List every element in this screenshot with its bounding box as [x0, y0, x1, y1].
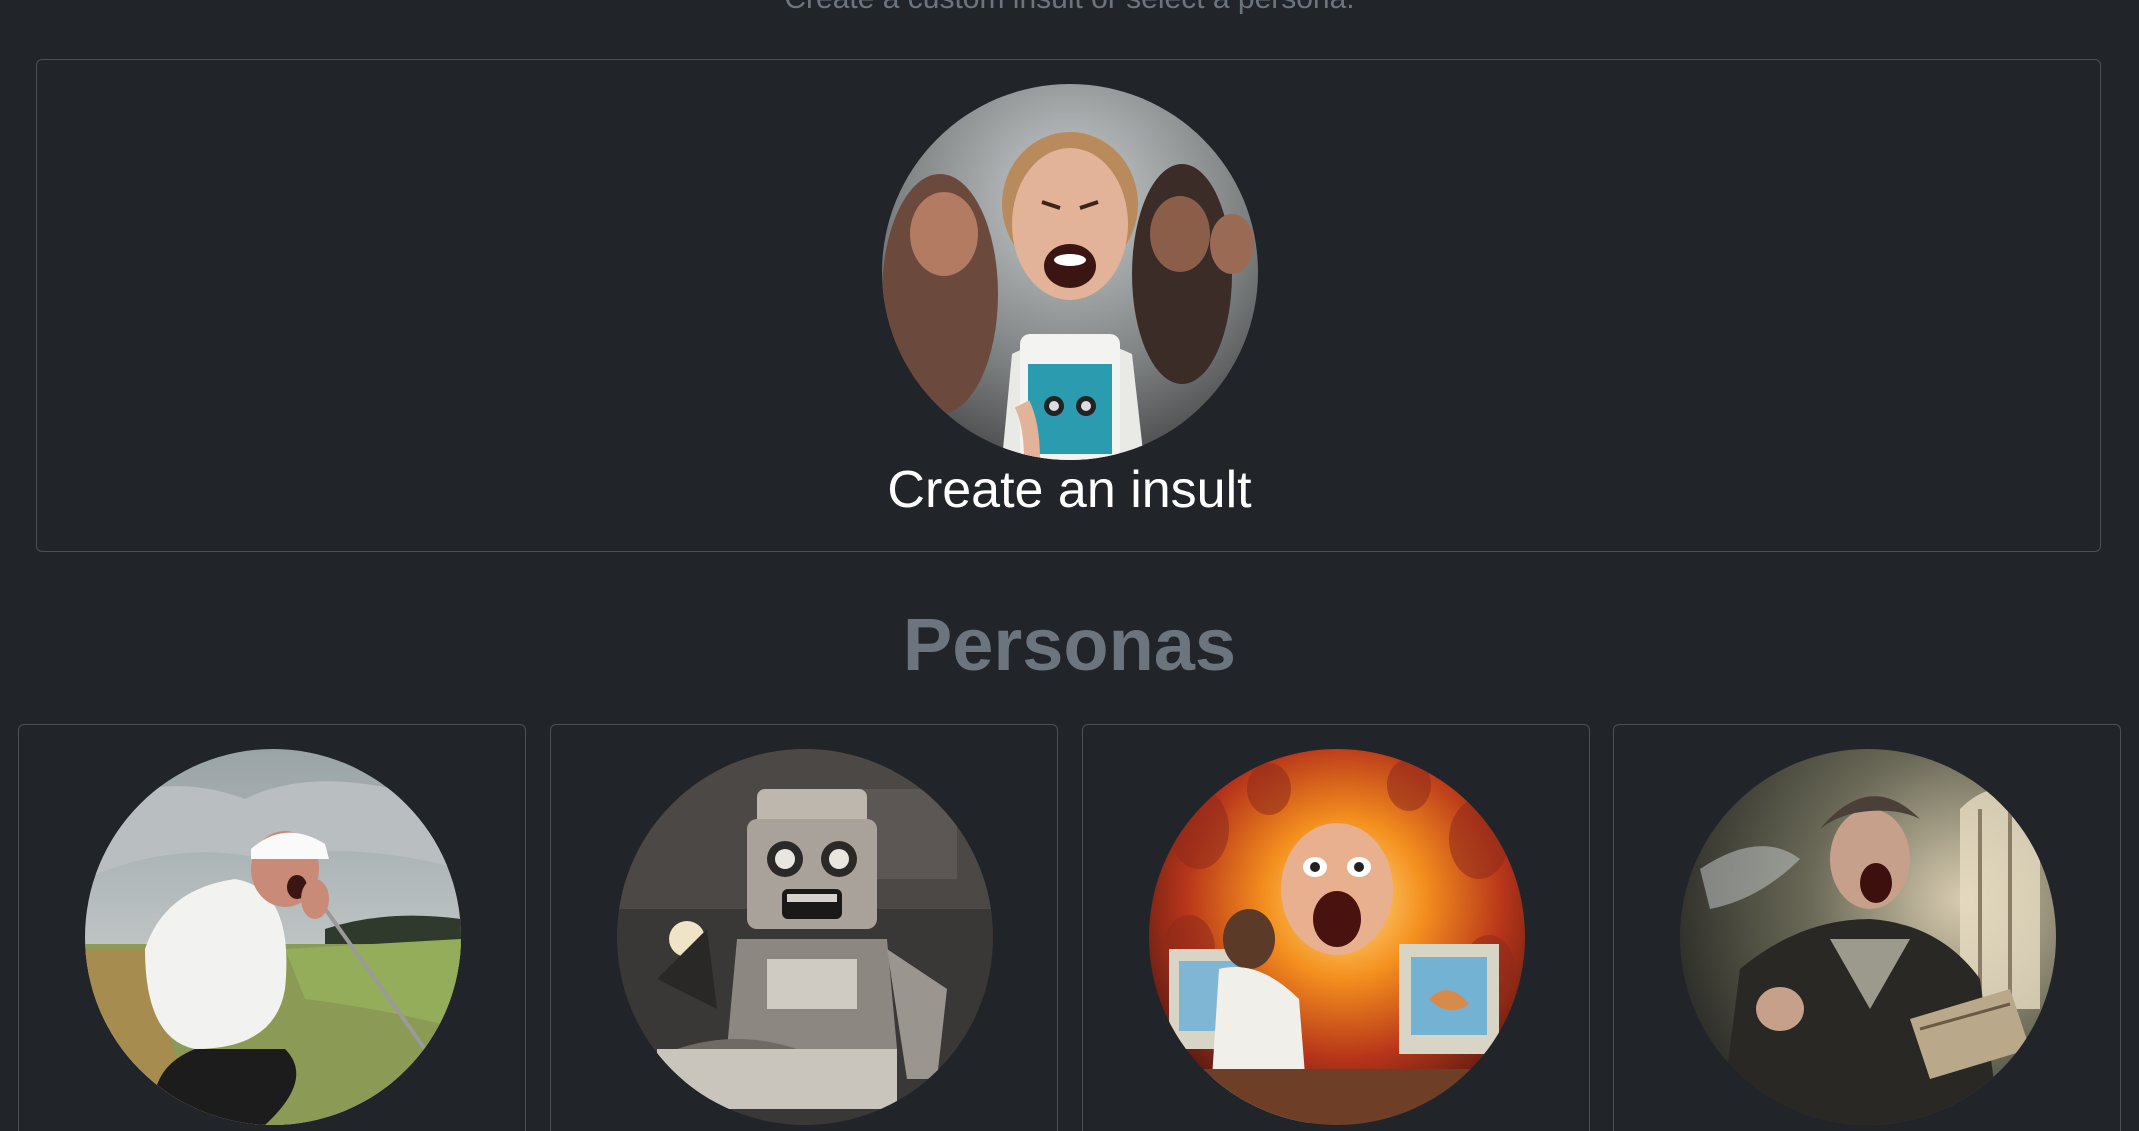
create-insult-label: Create an insult	[887, 461, 1252, 519]
screaming-face-in-monitor-illustration-icon	[1149, 749, 1525, 1125]
persona-card-golfer[interactable]	[18, 724, 526, 1131]
create-insult-card[interactable]: Create an insult	[36, 59, 2101, 552]
persona-card-monitor-face[interactable]	[1082, 724, 1590, 1131]
screaming-man-with-book-illustration-icon	[1680, 749, 2056, 1125]
page-subtitle: Create a custom insult or select a perso…	[0, 0, 2139, 14]
personas-heading: Personas	[902, 603, 1237, 686]
persona-card-book-man[interactable]	[1613, 724, 2121, 1131]
persona-card-robot[interactable]	[550, 724, 1058, 1131]
screaming-golfer-illustration-icon	[85, 749, 461, 1125]
page: Create a custom insult or select a perso…	[0, 0, 2139, 1131]
screaming-robot-illustration-icon	[617, 749, 993, 1125]
screaming-woman-illustration-icon	[882, 84, 1258, 460]
